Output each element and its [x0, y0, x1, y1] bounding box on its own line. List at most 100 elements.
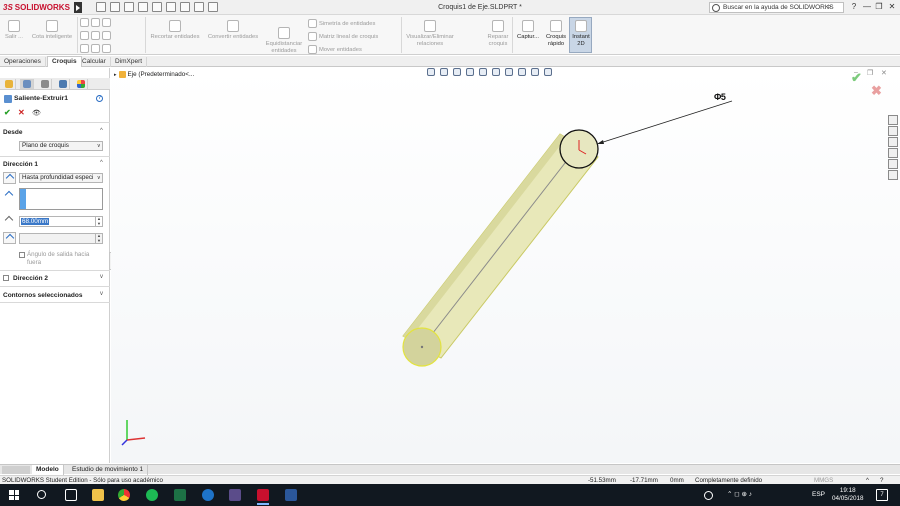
dimxpert-manager-tab[interactable]	[56, 79, 70, 89]
notification-center-icon[interactable]: 7	[876, 489, 888, 501]
linear-pattern-button[interactable]: Matriz lineal de croquis	[308, 32, 378, 41]
file-explorer-icon[interactable]	[92, 489, 104, 501]
edge-icon[interactable]	[202, 489, 214, 501]
tab-dimxpert[interactable]: DimXpert	[111, 57, 148, 67]
tab-operaciones[interactable]: Operaciones	[0, 57, 46, 67]
mirror-entities-button[interactable]: Simetría de entidades	[308, 19, 375, 28]
display-delete-relations-button[interactable]: Visualizar/Eliminar relaciones	[404, 20, 456, 48]
excel-icon[interactable]	[174, 489, 186, 501]
property-manager-tab[interactable]	[20, 79, 34, 89]
menu-expand-arrow-icon[interactable]	[74, 2, 82, 13]
app-icon[interactable]	[229, 489, 241, 501]
open-folder-icon[interactable]	[110, 2, 120, 12]
direccion2-checkbox[interactable]	[3, 275, 9, 281]
tab-modelo[interactable]: Modelo	[32, 465, 64, 475]
separator	[145, 17, 146, 53]
spotify-icon[interactable]	[146, 489, 158, 501]
capture-button[interactable]: Captur...	[514, 20, 542, 41]
minimize-button[interactable]: —	[861, 1, 873, 13]
contornos-section-header[interactable]: Contornos seleccionados	[3, 292, 82, 299]
direccion2-section-header[interactable]: Dirección 2	[13, 275, 48, 282]
ok-button[interactable]: ✔	[4, 108, 11, 117]
end-condition-select[interactable]: Hasta profundidad especi v	[19, 173, 103, 183]
direction-vector-icon[interactable]	[3, 190, 16, 202]
model-canvas[interactable]	[111, 68, 900, 463]
direction-selection-box[interactable]	[19, 188, 103, 210]
collapse-chevron-icon[interactable]: ^	[100, 160, 103, 166]
draft-toggle-icon[interactable]	[3, 232, 16, 244]
desde-section-header[interactable]: Desde	[3, 129, 23, 136]
diameter-dimension-label[interactable]: Φ5	[714, 92, 726, 102]
rebuild-icon[interactable]	[180, 2, 190, 12]
quick-sketch-button[interactable]: Croquis rápido	[544, 20, 568, 48]
display-manager-tab[interactable]	[74, 79, 88, 89]
draft-angle-input[interactable]: ▲ ▼	[19, 233, 103, 244]
reverse-direction-icon[interactable]	[3, 172, 16, 184]
tab-calcular[interactable]: Calcular	[78, 57, 111, 67]
options-gear-icon[interactable]	[208, 2, 218, 12]
circle-tool[interactable]	[80, 31, 113, 40]
depth-input[interactable]: 68.00mm ▲ ▼	[19, 216, 103, 227]
reference-triad	[121, 420, 146, 446]
task-view-icon[interactable]	[65, 489, 77, 501]
system-tray-icons[interactable]: ⌃ ◻ ⊕ ♪	[727, 484, 752, 506]
title-bar: 3S SOLIDWORKS Croquis1 de Eje.SLDPRT * Bu…	[0, 0, 900, 15]
draft-outward-line2: fuera	[27, 259, 42, 266]
depth-spinner-icon[interactable]: ▲ ▼	[95, 216, 102, 226]
new-document-icon[interactable]	[96, 2, 106, 12]
detailed-preview-button[interactable]: 👁	[32, 109, 41, 117]
dimension-leader-line[interactable]	[596, 100, 733, 145]
offset-entities-button[interactable]: Equidistanciar entidades	[264, 27, 304, 55]
undo-icon[interactable]	[152, 2, 162, 12]
draft-outward-checkbox[interactable]	[19, 252, 25, 258]
help-icon[interactable]: ?	[96, 95, 103, 102]
search-icon[interactable]	[37, 490, 46, 499]
move-entities-button[interactable]: Mover entidades	[308, 45, 362, 54]
desde-value: Plano de croquis	[22, 142, 69, 149]
draft-spinner-icon[interactable]: ▲ ▼	[95, 233, 102, 243]
selection-focus-bar	[20, 189, 26, 209]
manager-tabs	[0, 78, 110, 90]
save-icon[interactable]	[124, 2, 134, 12]
expand-chevron-icon[interactable]: v	[100, 274, 103, 280]
chrome-icon[interactable]	[118, 489, 130, 501]
repair-sketch-button[interactable]: Reparar croquis	[486, 20, 510, 48]
close-button[interactable]: ✕	[886, 1, 898, 13]
search-icon[interactable]: ⌕	[827, 2, 831, 12]
sketch-axis-line[interactable]	[421, 144, 580, 348]
expand-chevron-icon[interactable]: v	[100, 291, 103, 297]
word-icon[interactable]	[285, 489, 297, 501]
cancel-button[interactable]: ✕	[18, 108, 25, 117]
clock-time: 19:18	[839, 487, 856, 494]
print-icon[interactable]	[138, 2, 148, 12]
feature-tree-icon	[5, 80, 13, 88]
file-properties-icon[interactable]	[194, 2, 204, 12]
restore-button[interactable]: ❐	[873, 1, 885, 13]
exit-sketch-button[interactable]: Salir ...	[4, 20, 24, 41]
select-icon[interactable]	[166, 2, 176, 12]
help-search-input[interactable]: Buscar en la ayuda de SOLIDWORKS	[709, 2, 844, 13]
convert-entities-button[interactable]: Convertir entidades	[204, 20, 262, 41]
graphics-area[interactable]: ▸ Eje (Predeterminado<... – ❐ ✕ ✔ ✖ Φ5	[111, 68, 900, 463]
windows-start-icon[interactable]	[9, 490, 19, 500]
configuration-manager-tab[interactable]	[38, 79, 52, 89]
help-icon[interactable]: ?	[848, 1, 860, 13]
feature-manager-tab[interactable]	[2, 79, 16, 89]
collapse-chevron-icon[interactable]: ^	[100, 128, 103, 134]
smart-dimension-button[interactable]: Cota inteligente	[29, 20, 75, 41]
direccion1-section-header[interactable]: Dirección 1	[3, 161, 38, 168]
clock[interactable]: 19:18 04/05/2018	[832, 487, 864, 503]
tab-estudio-movimiento[interactable]: Estudio de movimiento 1	[68, 465, 149, 475]
language-indicator[interactable]: ESP	[812, 484, 825, 506]
desde-select[interactable]: Plano de croquis v	[19, 141, 103, 151]
arc-tool[interactable]	[80, 44, 113, 53]
tab-croquis[interactable]: Croquis	[47, 56, 82, 67]
people-icon[interactable]	[704, 491, 713, 500]
solidworks-logo[interactable]: 3S SOLIDWORKS	[3, 1, 73, 14]
line-tool[interactable]	[80, 18, 113, 27]
rectangle-icon	[91, 18, 100, 27]
tab-scroll-arrows-icon[interactable]	[2, 466, 30, 474]
trim-entities-button[interactable]: Recortar entidades	[148, 20, 202, 41]
solidworks-taskbar-icon[interactable]	[257, 489, 269, 505]
relations-icon	[424, 20, 436, 32]
